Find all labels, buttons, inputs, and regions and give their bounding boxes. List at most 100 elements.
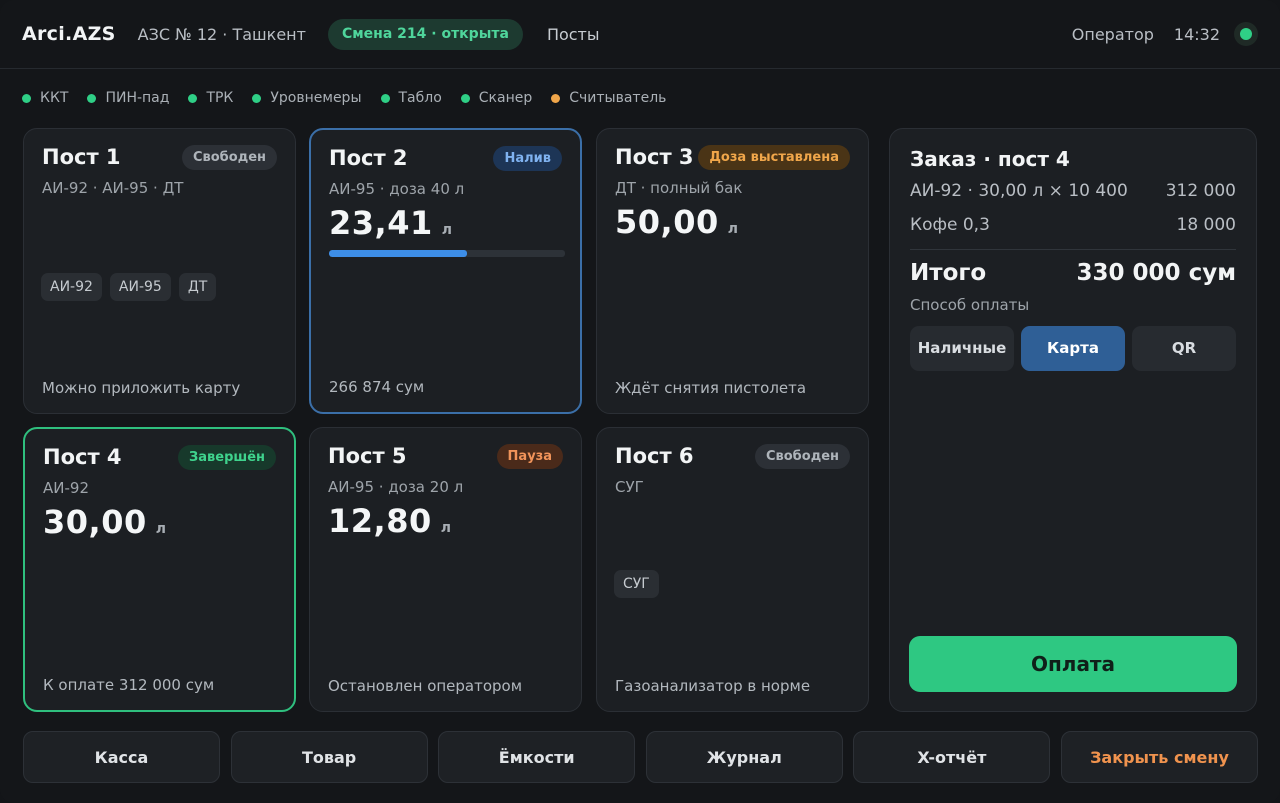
post-title: Пост 5 [328,444,407,468]
post-card-2[interactable]: Пост 2 Налив АИ-95 · доза 40 л 23,41 л 2… [309,128,582,414]
bottom-action-bar: Касса Товар Ёмкости Журнал X-отчёт Закры… [23,731,1258,783]
fuel-chips: АИ-92 АИ-95 ДТ [41,273,224,301]
goods-button[interactable]: Товар [230,731,428,783]
top-right-area: Оператор 14:32 [1072,22,1258,46]
posts-grid: Пост 1 Свободен АИ-92 · АИ-95 · ДТ АИ-92… [23,128,871,713]
device-status-display: Табло [380,90,442,106]
fuel-chip[interactable]: АИ-95 [109,273,171,301]
connection-status-icon [1234,22,1258,46]
device-status-bar: ККТ ПИН-пад ТРК Уровнемеры Табло Сканер … [22,88,685,108]
post-card-3[interactable]: Пост 3 Доза выставлена ДТ · полный бак 5… [596,128,869,414]
post-title: Пост 3 [615,145,694,169]
fuel-chip[interactable]: ДТ [178,273,217,301]
post-status-badge: Доза выставлена [698,144,850,170]
fuel-chips: СУГ [614,570,667,598]
post-footer-text: Ждёт снятия пистолета [615,379,807,397]
post-fuel-types: АИ-92 · АИ-95 · ДТ [42,179,184,197]
shift-status-badge[interactable]: Смена 214 · открыта [327,18,523,50]
volume-value: 30,00 [43,503,147,541]
pay-qr-button[interactable]: QR [1132,326,1236,371]
post-fuel-type: АИ-92 [43,479,89,497]
post-title: Пост 4 [43,445,122,469]
brand-logo: Arci.AZS [22,23,116,45]
post-card-5[interactable]: Пост 5 Пауза АИ-95 · доза 20 л 12,80 л О… [309,427,582,712]
fuel-chip[interactable]: СУГ [614,570,659,598]
post-card-4[interactable]: Пост 4 Завершён АИ-92 30,00 л К оплате 3… [23,427,296,712]
device-label: Считыватель [569,90,667,106]
order-item-amount: 312 000 [1165,181,1236,201]
order-item-amount: 18 000 [1176,215,1236,235]
post-footer-text: Остановлен оператором [328,677,523,695]
status-dot-icon [380,93,390,103]
post-fuel-dose: АИ-95 · доза 40 л [329,180,465,198]
post-fuel-dose: ДТ · полный бак [615,179,743,197]
pay-card-button[interactable]: Карта [1021,326,1125,371]
volume-unit: л [155,521,166,537]
payment-methods: Наличные Карта QR [910,326,1236,371]
post-footer-text: К оплате 312 000 сум [43,676,215,694]
device-status-reader: Считыватель [551,90,666,106]
order-line-item: АИ-92 · 30,00 л × 10 400 312 000 [910,181,1236,201]
post-volume: 23,41 л [329,204,562,242]
pay-button[interactable]: Оплата [909,636,1237,692]
post-card-6[interactable]: Пост 6 Свободен СУГ СУГ Газоанализатор в… [596,427,869,712]
tanks-button[interactable]: Ёмкости [438,731,636,783]
post-header: Пост 1 Свободен [42,143,277,171]
volume-unit: л [441,222,452,238]
post-fuel-type: СУГ [615,478,644,496]
device-status-scanner: Сканер [460,90,533,106]
device-status-level-gauges: Уровнемеры [252,90,362,106]
total-value: 330 000 сум [1076,260,1236,286]
post-status-badge: Завершён [178,444,276,470]
post-title: Пост 1 [42,145,121,169]
post-title: Пост 2 [329,146,408,170]
status-dot-icon [22,93,31,103]
post-footer-text: Газоанализатор в норме [615,677,811,695]
device-label: ТРК [206,90,234,106]
pay-cash-button[interactable]: Наличные [910,326,1014,371]
post-footer-text: Можно приложить карту [42,379,241,397]
order-item-name: Кофе 0,3 [910,215,990,235]
order-line-item: Кофе 0,3 18 000 [910,215,1236,235]
order-panel: Заказ · пост 4 АИ-92 · 30,00 л × 10 400 … [889,128,1257,712]
order-title: Заказ · пост 4 [910,147,1070,171]
station-name: АЗС № 12 · Ташкент [137,24,306,44]
nav-posts-link[interactable]: Посты [547,25,600,44]
post-volume: 30,00 л [43,503,276,541]
post-header: Пост 6 Свободен [615,442,850,470]
close-shift-button[interactable]: Закрыть смену [1060,731,1258,783]
status-dot-icon [460,93,470,103]
clock: 14:32 [1173,24,1220,44]
device-label: Сканер [478,90,533,106]
device-status-pinpad: ПИН-пад [87,90,169,106]
post-status-badge: Налив [493,145,562,171]
post-header: Пост 4 Завершён [43,443,276,471]
volume-value: 50,00 [615,203,719,241]
device-label: Уровнемеры [270,90,362,106]
post-card-1[interactable]: Пост 1 Свободен АИ-92 · АИ-95 · ДТ АИ-92… [23,128,296,414]
x-report-button[interactable]: X-отчёт [853,731,1051,783]
post-volume: 50,00 л [615,203,850,241]
status-dot-icon [252,93,262,103]
total-label: Итого [910,260,987,286]
fuel-chip[interactable]: АИ-92 [41,273,102,301]
divider [910,249,1236,250]
operator-name[interactable]: Оператор [1072,25,1154,44]
cashbox-button[interactable]: Касса [23,731,220,783]
device-label: ПИН-пад [105,90,170,106]
device-label: ККТ [40,90,69,106]
post-status-badge: Пауза [496,443,563,469]
top-bar: Arci.AZS АЗС № 12 · Ташкент Смена 214 · … [0,0,1280,69]
device-status-kkt: ККТ [22,90,68,106]
post-header: Пост 2 Налив [329,144,562,172]
post-header: Пост 3 Доза выставлена [615,143,850,171]
volume-value: 12,80 [328,502,432,540]
post-status-badge: Свободен [754,443,850,469]
post-footer-text: 266 874 сум [329,378,425,396]
status-dot-icon [188,93,198,103]
status-dot-icon [551,93,561,103]
device-status-trk: ТРК [188,90,233,106]
status-dot-icon [87,93,97,103]
dispense-progress-fill [329,250,468,257]
journal-button[interactable]: Журнал [645,731,843,783]
